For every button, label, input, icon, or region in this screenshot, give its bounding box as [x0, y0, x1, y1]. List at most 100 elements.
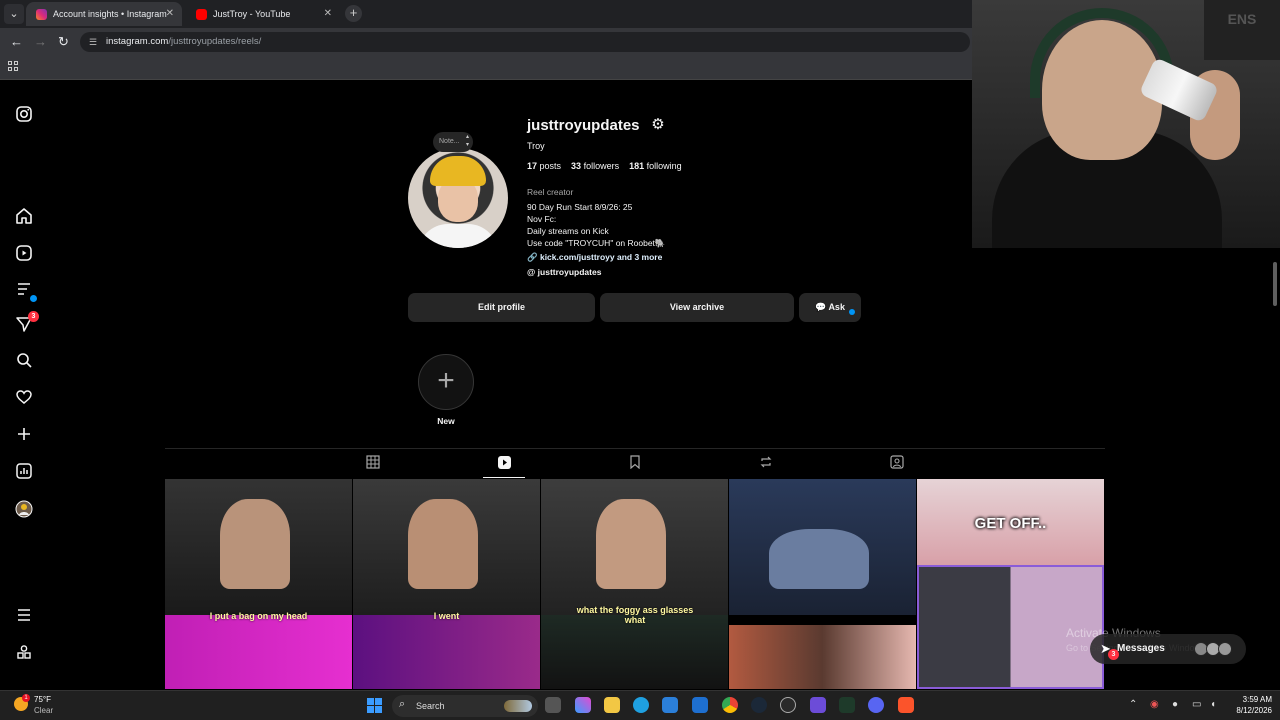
dashboard-icon[interactable] — [14, 462, 34, 482]
tab-search-menu-button[interactable]: ⌄ — [4, 4, 24, 24]
posts-grid-icon[interactable] — [365, 455, 381, 471]
g-app-icon[interactable] — [780, 697, 796, 713]
saved-bookmark-icon[interactable] — [627, 455, 643, 471]
reel-caption: what the foggy ass glasses what — [576, 605, 694, 625]
file-explorer-icon[interactable] — [604, 697, 620, 713]
url-host: instagram.com — [106, 36, 169, 47]
grid-app-icon[interactable] — [810, 697, 826, 713]
weather-condition: Clear — [34, 706, 54, 715]
profile-avatar[interactable] — [408, 148, 508, 248]
bio-line: 90 Day Run Start 8/9/26: 25 — [527, 202, 633, 212]
task-view-icon[interactable] — [545, 697, 561, 713]
store-icon[interactable] — [662, 697, 678, 713]
note-arrows-icon: ▴ ▾ — [465, 134, 469, 148]
taskbar-search[interactable]: ⌕ Search — [392, 695, 538, 717]
reel-thumbnail[interactable]: I went — [353, 479, 540, 689]
search-highlight-image — [504, 700, 532, 712]
following-stat[interactable]: 181 following — [629, 161, 682, 171]
discord-icon[interactable] — [868, 697, 884, 713]
note-bubble[interactable]: Note... ▴ ▾ — [433, 132, 473, 152]
reels-icon[interactable] — [14, 244, 34, 264]
tray-app-icon[interactable]: ◉ — [1150, 699, 1159, 710]
reels-tab-icon[interactable] — [496, 455, 512, 471]
display-icon[interactable]: ▭ — [1192, 699, 1201, 710]
reel-caption: I went — [433, 611, 460, 621]
reel-thumbnail[interactable]: what the foggy ass glasses what — [541, 479, 728, 689]
instagram-logo-icon[interactable] — [14, 105, 34, 125]
reposts-icon[interactable] — [758, 455, 774, 471]
more-icon[interactable] — [14, 606, 34, 626]
apps-grid-icon[interactable] — [8, 61, 19, 72]
ask-button[interactable]: 💬 Ask — [799, 293, 861, 322]
tab-title: Account insights • Instagram — [53, 9, 167, 19]
outlook-icon[interactable] — [692, 697, 708, 713]
brave-icon[interactable] — [898, 697, 914, 713]
reload-icon[interactable]: ↻ — [58, 34, 69, 50]
edge-icon[interactable] — [633, 697, 649, 713]
bio-line: Daily streams on Kick — [527, 226, 609, 236]
new-highlight-label: New — [437, 416, 455, 426]
settings-gear-icon[interactable]: ⚙ — [650, 117, 666, 133]
create-icon[interactable] — [14, 425, 34, 445]
reels-grid: I put a bag on my head I went what the f… — [165, 479, 1105, 689]
profile-username: justtroyupdates — [527, 117, 640, 134]
posts-stat: 17 posts — [527, 161, 562, 171]
reel-thumbnail[interactable]: GET OFF.. — [917, 479, 1104, 689]
site-info-icon[interactable]: ☰ — [89, 32, 97, 52]
microphone-icon[interactable]: ● — [1172, 699, 1178, 710]
profile-stats: 17 posts 33 followers 181 following — [527, 161, 682, 171]
system-clock[interactable]: 3:59 AM 8/12/2026 — [1228, 694, 1272, 716]
profile-icon[interactable] — [14, 500, 34, 520]
explore-icon[interactable] — [14, 280, 37, 302]
reel-thumbnail[interactable] — [729, 479, 916, 689]
new-highlight-button[interactable]: + — [418, 354, 474, 410]
profile-link[interactable]: 🔗 kick.com/justtroyy and 3 more — [527, 252, 662, 263]
bio-line: Nov Fc: — [527, 214, 557, 224]
explore-dot — [30, 295, 37, 302]
reel-bottom-frame — [729, 625, 916, 689]
messages-badge: 3 — [28, 311, 39, 322]
webcam-overlay: ENS — [972, 0, 1280, 248]
close-tab-icon[interactable]: ✕ — [324, 8, 332, 19]
scroll-thumb[interactable] — [1273, 262, 1277, 306]
terminal-app-icon[interactable] — [839, 697, 855, 713]
tab-instagram[interactable]: Account insights • Instagram ✕ — [26, 2, 182, 26]
show-hidden-icons-icon[interactable]: ⌃ — [1129, 699, 1137, 710]
weather-temp[interactable]: 75°F — [34, 695, 51, 704]
clock-date: 8/12/2026 — [1236, 706, 1272, 715]
search-icon[interactable] — [14, 351, 34, 371]
profile-tabs — [165, 448, 1105, 478]
threads-icon: @ — [527, 267, 536, 277]
search-label: Search — [416, 701, 445, 711]
steam-icon[interactable] — [751, 697, 767, 713]
reel-bottom-frame — [541, 615, 728, 689]
notifications-icon[interactable] — [14, 388, 34, 408]
chrome-icon[interactable] — [722, 697, 738, 713]
tab-youtube[interactable]: JustTroy - YouTube ✕ — [186, 2, 340, 26]
volume-icon[interactable]: ◖ — [1210, 699, 1216, 710]
edit-profile-button[interactable]: Edit profile — [408, 293, 595, 322]
tagged-icon[interactable] — [889, 455, 905, 471]
also-from-meta-icon[interactable] — [14, 643, 34, 663]
page-scrollbar[interactable] — [1270, 248, 1280, 688]
note-placeholder: Note... — [439, 138, 460, 145]
forward-arrow-icon[interactable]: → — [34, 34, 47, 49]
home-icon[interactable] — [14, 207, 34, 227]
new-tab-button[interactable]: + — [345, 5, 362, 22]
poster-text: ENS — [1204, 0, 1280, 60]
copilot-icon[interactable] — [575, 697, 591, 713]
view-archive-button[interactable]: View archive — [600, 293, 794, 322]
reel-thumbnail[interactable]: I put a bag on my head — [165, 479, 352, 689]
messages-floating-button[interactable]: ➤ 3 Messages — [1090, 634, 1246, 664]
tab-title: JustTroy - YouTube — [213, 9, 291, 19]
ask-bubble-icon: 💬 — [815, 302, 827, 312]
threads-link[interactable]: @ justtroyupdates — [527, 267, 601, 277]
close-tab-icon[interactable]: ✕ — [166, 8, 174, 19]
followers-stat[interactable]: 33 followers — [571, 161, 619, 171]
back-arrow-icon[interactable]: ← — [10, 34, 23, 49]
reel-bottom-frame — [353, 615, 540, 689]
url-field[interactable]: ☰ instagram.com/justtroyupdates/reels/ — [80, 32, 970, 52]
messages-icon[interactable]: 3 — [14, 311, 39, 335]
reel-caption: GET OFF.. — [974, 515, 1047, 532]
windows-start-icon[interactable] — [367, 698, 382, 713]
